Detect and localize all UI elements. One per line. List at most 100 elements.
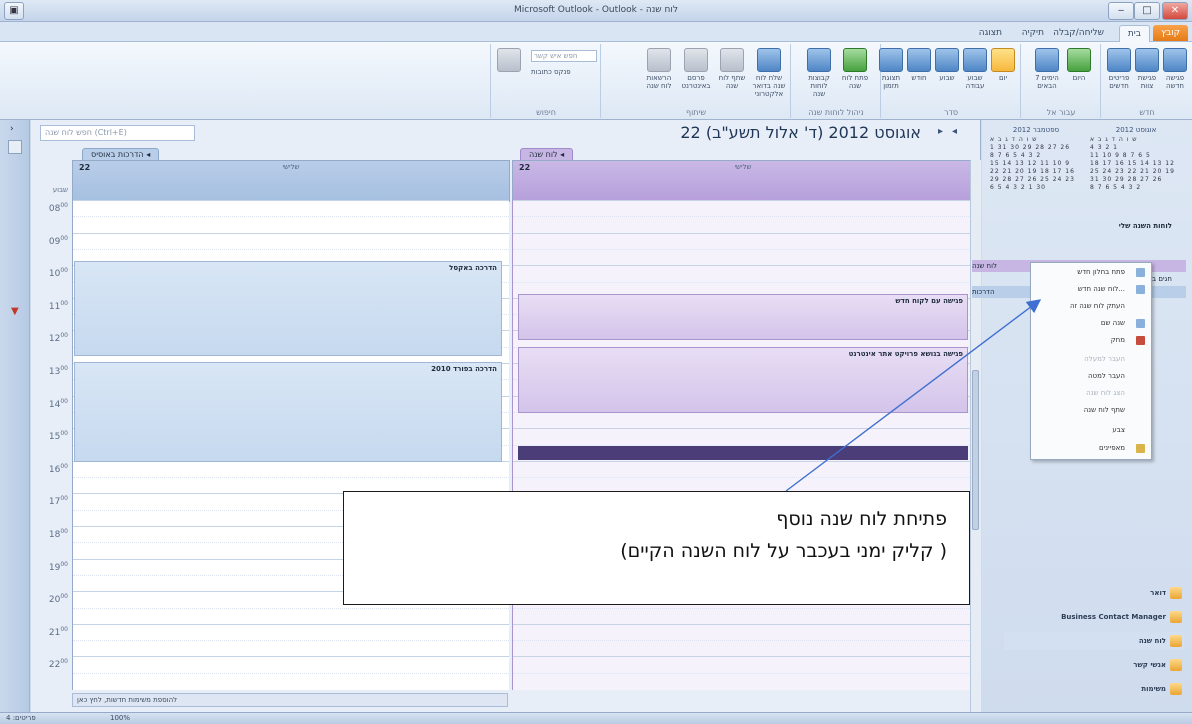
day-icon (991, 48, 1015, 72)
minical-september[interactable]: ספטמבר 2012 ש ו ה ד ג ב א 1 31 30 29 28 … (990, 126, 1082, 196)
nav-mail[interactable]: דואר (1004, 584, 1184, 602)
tab-home[interactable]: בית (1118, 25, 1150, 42)
group-label-goto: עבור אל (1046, 108, 1076, 117)
time-label: 0900 (48, 234, 68, 247)
half-hour-line (513, 640, 973, 642)
calendar-groups-button[interactable]: קבוצות לוחות שנה (805, 48, 833, 98)
publish-online-button[interactable]: פרסם באינטרנט (679, 48, 713, 90)
open-calendar-button[interactable]: פתח לוח שנה (841, 48, 869, 90)
half-hour-line (513, 672, 973, 674)
hour-line (513, 265, 973, 267)
time-label: 1000 (48, 267, 68, 280)
minical-september-title: ספטמבר 2012 (1012, 126, 1060, 134)
main-column-header: 22 שלישי (512, 160, 974, 202)
appointment-new-client[interactable]: פגישה עם לקוח חדש (518, 294, 968, 340)
email-calendar-button[interactable]: שלח לוח שנה בדואר אלקטרוני (751, 48, 787, 98)
nav-calendar[interactable]: לוח שנה (1004, 632, 1184, 650)
hour-line (513, 623, 973, 625)
my-calendars-header[interactable]: לוחות השנה שלי (1119, 220, 1186, 232)
nav-tasks[interactable]: משימות (1004, 680, 1184, 698)
tab-view[interactable]: תצוגה (971, 25, 1010, 41)
scrollbar-thumb[interactable] (972, 370, 979, 530)
new-items-icon (1107, 48, 1131, 72)
zoom-level[interactable]: 100% (110, 714, 130, 722)
find-contact-input[interactable]: חפש איש קשר (531, 50, 597, 62)
tab-file[interactable]: קובץ (1153, 25, 1188, 41)
minical-row: 1 31 30 29 28 27 26 (990, 144, 1071, 151)
status-bar: פריטים: 4 100% (0, 712, 1192, 724)
tasks-bar[interactable]: להוספת משימות חדשות, לחץ כאן (72, 693, 508, 707)
day-name: שלישי (282, 163, 300, 171)
callout-line-2: (קליק ימני בעכבר על לוח השנה הקיים ) (620, 540, 947, 562)
new-meeting-button[interactable]: פגישת צוות (1133, 48, 1161, 90)
previous-day-arrow-icon[interactable]: ▸ (938, 126, 943, 137)
hour-line (73, 200, 509, 201)
minimize-button[interactable]: ‒ (1108, 2, 1134, 20)
ctx-delete[interactable]: מחק (1031, 333, 1151, 348)
today-icon (1067, 48, 1091, 72)
minical-august-title: אוגוסט 2012 (1115, 126, 1157, 134)
rename-icon (1136, 319, 1145, 328)
share-calendar-button[interactable]: שתף לוח שנה (715, 48, 749, 90)
today-button[interactable]: היום (1065, 48, 1093, 82)
ctx-move-up[interactable]: העבר למעלה (1031, 352, 1151, 367)
ctx-color[interactable]: צבע (1031, 423, 1151, 438)
ctx-open-new-window[interactable]: פתח בחלון חדש (1031, 265, 1151, 280)
next-day-arrow-icon[interactable]: ◂ (952, 126, 957, 137)
ctx-show-calendar[interactable]: הצג לוח שנה (1031, 386, 1151, 401)
appointment-website-project[interactable]: פגישה בנושא פרויקט אתר אינטרנט (518, 347, 968, 413)
time-label: 1100 (48, 299, 68, 312)
busy-block[interactable] (518, 446, 968, 460)
contact-icon (497, 48, 521, 72)
permissions-icon (647, 48, 671, 72)
ctx-rename[interactable]: שנה שם (1031, 316, 1151, 331)
nav-business-contact-manager[interactable]: Business Contact Manager (1004, 608, 1184, 626)
appointment-excel-training[interactable]: הדרכה באקסל (74, 261, 502, 356)
main-day-grid[interactable] (512, 200, 973, 690)
appointment-word-training[interactable]: הדרכה בפורד 2010 (74, 362, 502, 462)
ctx-share-calendar[interactable]: שתף לוח שנה (1031, 403, 1151, 418)
schedule-view-button[interactable]: תצוגת תזמון (877, 48, 905, 90)
ribbon-group-arrange: יום שבוע עבודה שבוע חודש תצוגת תזמון סדר (877, 44, 1021, 118)
nav-contacts[interactable]: אנשי קשר (1004, 656, 1184, 674)
new-appointment-button[interactable]: פגישה חדשה (1161, 48, 1189, 90)
group-label-manage: ניהול לוחות שנה (808, 108, 864, 117)
time-label: 1300 (48, 365, 68, 377)
title-bar: ▣ Microsoft Outlook - Outlook - לוח שנה … (0, 0, 1192, 22)
ctx-copy-calendar[interactable]: העתק לוח שנה זה (1031, 299, 1151, 314)
calendar-permissions-button[interactable]: הרשאות לוח שנה (641, 48, 677, 90)
calendar-icon (1170, 635, 1182, 647)
day-view-button[interactable]: יום (989, 48, 1017, 82)
minical-row: 6 5 4 3 2 1 30 (990, 184, 1046, 191)
week-button[interactable]: שבוע (933, 48, 961, 82)
time-column: 0800 0900 1000 1100 1200 1300 1400 1500 1600 1700… (36, 200, 72, 690)
tab-send-receive[interactable]: שליחה/קבלה (1045, 25, 1112, 41)
ctx-new-calendar[interactable]: לוח שנה חדש... (1031, 282, 1151, 297)
address-book-button[interactable]: פנקס כתובות (531, 68, 597, 80)
new-items-button[interactable]: פריטים חדשים (1105, 48, 1133, 90)
close-button[interactable]: ✕ (1162, 2, 1188, 20)
new-calendar-icon (1136, 285, 1145, 294)
work-week-button[interactable]: שבוע עבודה (961, 48, 989, 90)
find-contact-button[interactable] (495, 48, 523, 74)
expand-arrow-icon[interactable]: › (10, 124, 14, 134)
half-hour-line (73, 672, 509, 674)
training-column-header: 22 שלישי (72, 160, 510, 202)
all-day-label: שבוע (52, 186, 68, 194)
collapsed-navigation-pane[interactable]: › ▼ (0, 120, 30, 712)
maximize-button[interactable]: □ (1134, 2, 1160, 20)
ctx-move-down[interactable]: העבר למטה (1031, 369, 1151, 384)
minical-row: 8 7 6 5 4 3 2 (990, 152, 1042, 159)
properties-icon (1136, 444, 1145, 453)
calendar-icon (1163, 48, 1187, 72)
ctx-properties[interactable]: מאפיינים (1031, 441, 1151, 456)
navigation-pane-icon (8, 140, 22, 154)
calendar-scrollbar[interactable] (970, 160, 981, 712)
minical-august[interactable]: אוגוסט 2012 ש ו ה ד ג ב א 4 3 2 1 11 10 … (1090, 126, 1182, 196)
tab-folder[interactable]: תיקיה (1014, 25, 1052, 41)
bcm-icon (1170, 611, 1182, 623)
next-7-days-button[interactable]: 7 הימים הבאים (1033, 48, 1061, 90)
month-button[interactable]: חודש (905, 48, 933, 82)
minical-row: 11 10 9 8 7 6 5 (1090, 152, 1151, 159)
hour-line (513, 232, 973, 234)
